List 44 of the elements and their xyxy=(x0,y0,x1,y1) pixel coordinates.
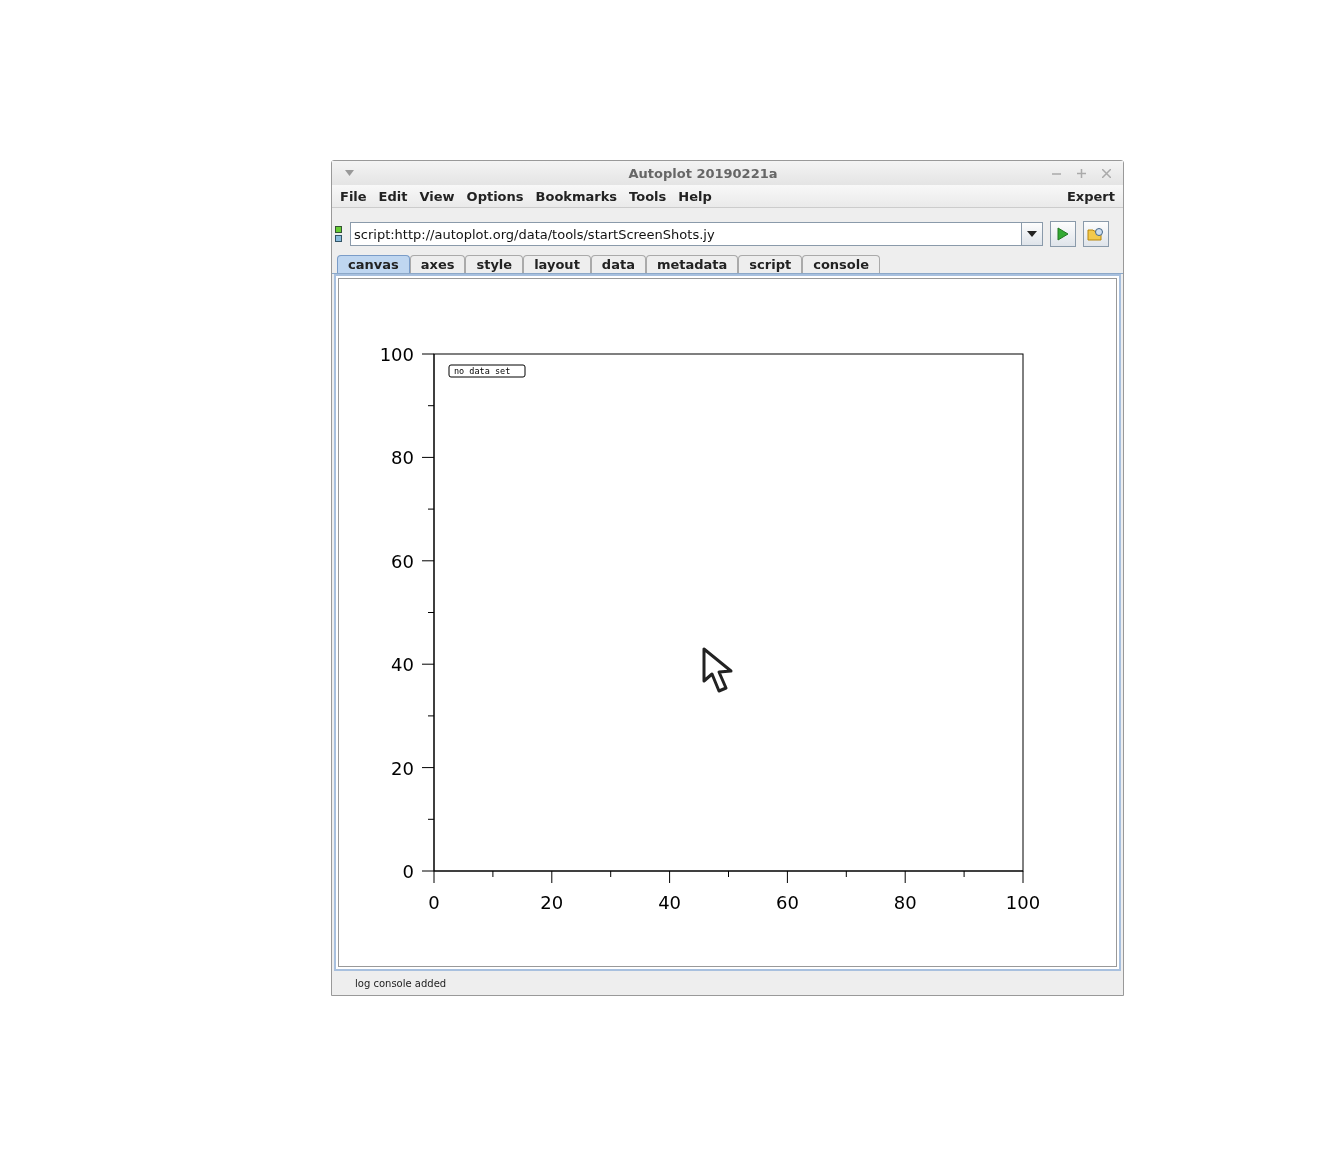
tab[interactable]: layout xyxy=(523,255,591,273)
play-icon xyxy=(1057,227,1069,241)
x-tick-label: 40 xyxy=(658,892,682,913)
status-indicator-icon xyxy=(335,225,342,243)
mouse-pointer-icon xyxy=(702,647,733,693)
menu-item[interactable]: Bookmarks xyxy=(529,188,624,204)
caret-icon xyxy=(1027,231,1037,237)
x-tick-label: 100 xyxy=(1005,892,1041,913)
status-message: log console added xyxy=(355,977,447,989)
menu-item[interactable]: Expert xyxy=(1061,188,1123,204)
tab[interactable]: style xyxy=(465,255,524,273)
window-title: Autoplot 20190221a xyxy=(627,165,779,181)
tab[interactable]: metadata xyxy=(645,255,739,273)
dropdown-button[interactable] xyxy=(1021,223,1042,245)
open-button[interactable] xyxy=(1083,221,1109,247)
y-tick-label: 0 xyxy=(402,861,414,882)
tab[interactable]: script xyxy=(738,255,803,273)
x-tick-label: 20 xyxy=(540,892,564,913)
folder-search-icon xyxy=(1087,226,1105,242)
tab[interactable]: console xyxy=(802,255,881,273)
menu-item[interactable]: Edit xyxy=(372,188,414,204)
y-tick-label: 80 xyxy=(391,447,414,469)
y-tick-label: 60 xyxy=(391,550,414,572)
menu-item[interactable]: Options xyxy=(460,188,530,204)
menu-item[interactable]: View xyxy=(413,188,461,204)
x-tick-label: 60 xyxy=(775,892,799,913)
annotation: no data set xyxy=(454,366,511,376)
tab[interactable]: axes xyxy=(409,255,466,273)
menu-item[interactable]: File xyxy=(334,188,373,204)
tab[interactable]: data xyxy=(590,255,646,273)
y-tick-label: 100 xyxy=(379,344,414,365)
menu-item[interactable]: Tools xyxy=(623,188,673,204)
window-menu-icon[interactable] xyxy=(345,170,354,176)
y-tick-label: 20 xyxy=(391,757,414,779)
maximize-icon[interactable] xyxy=(1077,168,1086,178)
close-icon[interactable] xyxy=(1102,168,1111,178)
run-button[interactable] xyxy=(1050,221,1076,247)
tab[interactable]: canvas xyxy=(337,255,410,273)
y-tick-label: 40 xyxy=(391,654,414,676)
address-field[interactable]: script:http://autoplot.org/data/tools/startScreenShots.jy xyxy=(350,222,1043,246)
x-tick-label: 0 xyxy=(428,892,440,913)
annotation-label: no data set xyxy=(448,364,526,378)
menu-item[interactable]: Help xyxy=(672,188,718,204)
x-tick-label: 80 xyxy=(893,892,917,913)
